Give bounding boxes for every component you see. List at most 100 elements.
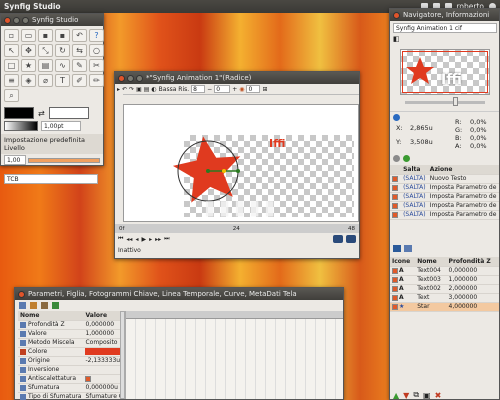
render-icon[interactable]: ▣	[136, 86, 142, 93]
amount-field[interactable]: 1,00	[4, 155, 26, 165]
save-icon[interactable]: ▪	[38, 29, 53, 42]
cutout-tool-icon[interactable]: ✂	[89, 59, 104, 72]
scale-tool-icon[interactable]: ⤡	[38, 44, 53, 57]
close-icon[interactable]	[4, 16, 11, 24]
mirror-tool-icon[interactable]: ⇆	[72, 44, 87, 57]
history-jump[interactable]: (SALTA)	[401, 183, 428, 193]
layers-icon[interactable]	[393, 245, 401, 252]
outline-color-swatch[interactable]	[4, 107, 34, 119]
layer-row[interactable]: A Text004 0,000000	[390, 266, 499, 276]
layer-name[interactable]: Text004	[415, 266, 447, 276]
history-jump[interactable]: (SALTA)	[401, 210, 428, 220]
layer-row[interactable]: A Text002 2,000000	[390, 284, 499, 294]
history-row[interactable]: (SALTA) Imposta Parametro de	[390, 210, 499, 220]
history-icon[interactable]	[393, 155, 400, 162]
history-jump[interactable]: (SALTA)	[401, 174, 428, 184]
zoom-field[interactable]: 0	[214, 85, 231, 93]
width-tool-icon[interactable]: ≡	[4, 74, 19, 87]
navigator-titlebar[interactable]: Navigatore, Informazioni	[390, 9, 499, 21]
canvas-maximize-icon[interactable]	[136, 74, 143, 82]
smooth-move-icon[interactable]: ✥	[21, 44, 36, 57]
grid-icon[interactable]: ⊞	[262, 86, 267, 93]
prev-frame-icon[interactable]: ◂	[135, 236, 138, 243]
gradient-tool-icon[interactable]: ▤	[38, 59, 53, 72]
canvas-menu-icon[interactable]: ▸	[117, 86, 120, 93]
duplicate-layer-icon[interactable]: ⧉	[413, 390, 419, 400]
history-jump[interactable]: (SALTA)	[401, 201, 428, 211]
lower-layer-icon[interactable]: ▼	[403, 391, 409, 400]
maximize-icon[interactable]	[22, 16, 29, 24]
quality-select[interactable]: 8	[191, 85, 206, 93]
play-icon[interactable]: ▶	[141, 236, 146, 243]
new-file-icon[interactable]: ▫	[4, 29, 19, 42]
layer-row[interactable]: ★ Star 4,000000	[390, 302, 499, 312]
open-file-icon[interactable]: ▭	[21, 29, 36, 42]
zoom-in-icon[interactable]: +	[232, 86, 237, 93]
params-titlebar[interactable]: Parametri, Figlia, Fotogrammi Chiave, Li…	[15, 288, 343, 300]
gradient-swatch[interactable]	[4, 121, 38, 131]
encapsulate-layer-icon[interactable]: ▣	[423, 391, 431, 400]
nav-zoom-thumb[interactable]	[453, 97, 458, 106]
rotate-tool-icon[interactable]: ↻	[55, 44, 70, 57]
undo-icon-canvas[interactable]: ↶	[122, 86, 127, 93]
redo-icon-canvas[interactable]: ↷	[129, 86, 134, 93]
layer-name[interactable]: Star	[415, 302, 447, 312]
toolbox-titlebar[interactable]: Synfig Studio	[1, 14, 103, 26]
params-close-icon[interactable]	[18, 290, 25, 298]
layer-name[interactable]: Text003	[415, 275, 447, 285]
brush-tool-icon[interactable]: ✏	[89, 74, 104, 87]
transform-tool-icon[interactable]: ↖	[4, 44, 19, 57]
amount-slider[interactable]	[28, 157, 100, 163]
history-row[interactable]: (SALTA) Imposta Parametro de	[390, 201, 499, 211]
params-scrollbar[interactable]	[120, 311, 125, 399]
nav-viewport-rect[interactable]	[402, 51, 488, 93]
history-jump[interactable]: (SALTA)	[401, 192, 428, 202]
eyedrop-tool-icon[interactable]: ⌀	[38, 74, 53, 87]
prev-keyframe-icon[interactable]: ◂◂	[126, 236, 132, 243]
fill-tool-icon[interactable]: ◈	[21, 74, 36, 87]
history-row[interactable]: (SALTA) Imposta Parametro de	[390, 192, 499, 202]
onion-skin-icon[interactable]: ◉	[239, 86, 244, 93]
antialias-checkbox[interactable]	[85, 375, 92, 382]
timetrack-area[interactable]	[125, 311, 343, 399]
spline-tool-icon[interactable]: ∿	[55, 59, 70, 72]
history-row[interactable]: (SALTA) Imposta Parametro de	[390, 183, 499, 193]
zoom-out-icon[interactable]: −	[207, 86, 212, 93]
library-icon[interactable]	[404, 245, 412, 252]
canvas-minimize-icon[interactable]	[127, 74, 134, 82]
nav-zoom-icon[interactable]: ◧	[393, 35, 400, 43]
seek-begin-icon[interactable]: ⏮	[118, 235, 123, 243]
params-tab-icon[interactable]	[19, 301, 26, 309]
rectangle-tool-icon[interactable]: □	[4, 59, 19, 72]
layer-name[interactable]: Text002	[415, 284, 447, 294]
history-row[interactable]: (SALTA) Nuovo Testo	[390, 174, 499, 184]
text-tool-icon[interactable]: T	[55, 74, 70, 87]
preview-icon[interactable]: ▤	[144, 86, 150, 93]
canvas-text-layer[interactable]: Iffi	[269, 137, 285, 150]
zoom-tool-icon[interactable]: ⌕	[4, 89, 19, 102]
next-frame-icon[interactable]: ▸	[149, 236, 152, 243]
raise-layer-icon[interactable]: ▲	[393, 391, 399, 400]
minimize-icon[interactable]	[13, 16, 20, 24]
history-add-icon[interactable]	[403, 155, 410, 162]
brush-size-field[interactable]: 1,00pt	[41, 121, 81, 131]
keyframe-lock-icon[interactable]	[346, 235, 356, 243]
nav-zoom-slider[interactable]	[405, 101, 485, 104]
swap-colors-icon[interactable]: ⇄	[38, 109, 45, 118]
layer-row[interactable]: A Text003 1,000000	[390, 275, 499, 285]
quality-icon[interactable]: ◐	[151, 86, 156, 93]
curves-tab-icon[interactable]	[52, 301, 59, 309]
canvas-workarea[interactable]: Iffi ▮▮▮▮▮	[123, 104, 359, 222]
help-icon[interactable]: ?	[89, 29, 104, 42]
nav-close-icon[interactable]	[393, 11, 400, 19]
fill-color-swatch[interactable]	[48, 107, 89, 119]
sketch-tool-icon[interactable]: ✐	[72, 74, 87, 87]
draw-tool-icon[interactable]: ✎	[72, 59, 87, 72]
keyframes-tab-icon[interactable]	[41, 301, 48, 309]
canvas-close-icon[interactable]	[118, 74, 125, 82]
save-as-icon[interactable]: ▪	[55, 29, 70, 42]
canvas-titlebar[interactable]: *"Synfig Animation 1"(Radice)	[115, 72, 359, 84]
nav-canvas-select[interactable]: Synfig Animation 1 cif	[393, 23, 497, 33]
next-keyframe-icon[interactable]: ▸▸	[155, 236, 161, 243]
delete-layer-icon[interactable]: ✖	[435, 391, 442, 400]
